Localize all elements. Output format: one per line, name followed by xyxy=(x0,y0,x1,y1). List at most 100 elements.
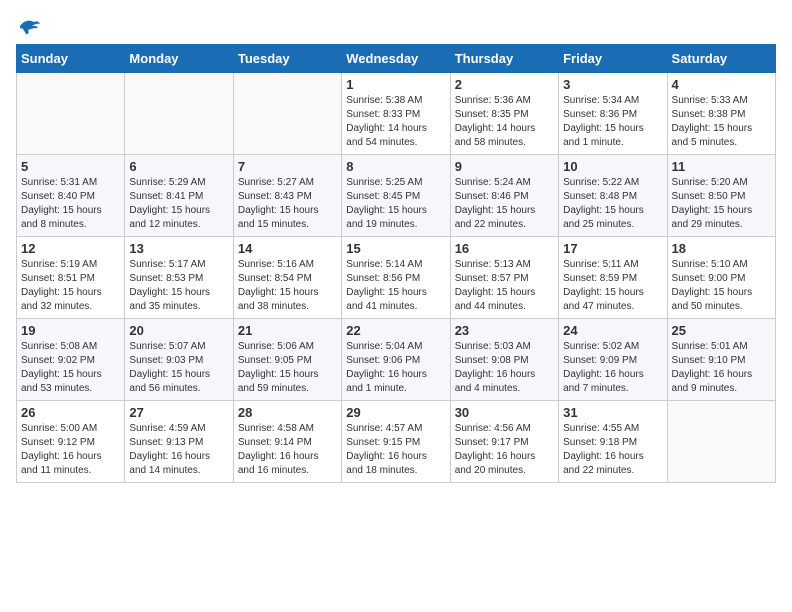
day-number: 9 xyxy=(455,159,554,174)
calendar-cell: 9 Sunrise: 5:24 AM Sunset: 8:46 PM Daylig… xyxy=(450,155,558,237)
calendar-cell: 29 Sunrise: 4:57 AM Sunset: 9:15 PM Dayli… xyxy=(342,401,450,483)
calendar-cell: 22 Sunrise: 5:04 AM Sunset: 9:06 PM Dayli… xyxy=(342,319,450,401)
day-number: 7 xyxy=(238,159,337,174)
day-number: 13 xyxy=(129,241,228,256)
day-number: 5 xyxy=(21,159,120,174)
day-info: Sunrise: 5:04 AM Sunset: 9:06 PM Dayligh… xyxy=(346,340,445,396)
calendar-cell: 2 Sunrise: 5:36 AM Sunset: 8:35 PM Daylig… xyxy=(450,73,558,155)
day-info: Sunrise: 5:16 AM Sunset: 8:54 PM Dayligh… xyxy=(238,258,337,314)
day-info: Sunrise: 5:00 AM Sunset: 9:12 PM Dayligh… xyxy=(21,422,120,478)
day-number: 24 xyxy=(563,323,662,338)
day-info: Sunrise: 5:24 AM Sunset: 8:46 PM Dayligh… xyxy=(455,176,554,232)
day-number: 20 xyxy=(129,323,228,338)
calendar-cell: 26 Sunrise: 5:00 AM Sunset: 9:12 PM Dayli… xyxy=(17,401,125,483)
calendar-table: SundayMondayTuesdayWednesdayThursdayFrid… xyxy=(16,44,776,483)
calendar-cell: 10 Sunrise: 5:22 AM Sunset: 8:48 PM Dayli… xyxy=(559,155,667,237)
calendar-week-row: 19 Sunrise: 5:08 AM Sunset: 9:02 PM Dayli… xyxy=(17,319,776,401)
day-info: Sunrise: 5:02 AM Sunset: 9:09 PM Dayligh… xyxy=(563,340,662,396)
calendar-cell: 7 Sunrise: 5:27 AM Sunset: 8:43 PM Daylig… xyxy=(233,155,341,237)
day-number: 22 xyxy=(346,323,445,338)
day-number: 2 xyxy=(455,77,554,92)
day-number: 12 xyxy=(21,241,120,256)
calendar-cell: 23Sunrise: 5:03 AM Sunset: 9:08 PM Dayli… xyxy=(450,319,558,401)
day-info: Sunrise: 5:19 AM Sunset: 8:51 PM Dayligh… xyxy=(21,258,120,314)
day-info: Sunrise: 5:22 AM Sunset: 8:48 PM Dayligh… xyxy=(563,176,662,232)
calendar-cell: 14 Sunrise: 5:16 AM Sunset: 8:54 PM Dayli… xyxy=(233,237,341,319)
day-header-saturday: Saturday xyxy=(667,45,775,73)
day-header-thursday: Thursday xyxy=(450,45,558,73)
calendar-cell: 24 Sunrise: 5:02 AM Sunset: 9:09 PM Dayli… xyxy=(559,319,667,401)
day-info: Sunrise: 5:36 AM Sunset: 8:35 PM Dayligh… xyxy=(455,94,554,150)
day-header-sunday: Sunday xyxy=(17,45,125,73)
day-info: Sunrise: 4:59 AM Sunset: 9:13 PM Dayligh… xyxy=(129,422,228,478)
day-number: 1 xyxy=(346,77,445,92)
day-header-friday: Friday xyxy=(559,45,667,73)
day-number: 11 xyxy=(672,159,771,174)
calendar-cell: 8Sunrise: 5:25 AM Sunset: 8:45 PM Daylig… xyxy=(342,155,450,237)
day-number: 8 xyxy=(346,159,445,174)
day-number: 14 xyxy=(238,241,337,256)
day-number: 21 xyxy=(238,323,337,338)
day-number: 28 xyxy=(238,405,337,420)
day-info: Sunrise: 4:57 AM Sunset: 9:15 PM Dayligh… xyxy=(346,422,445,478)
calendar-cell: 12 Sunrise: 5:19 AM Sunset: 8:51 PM Dayli… xyxy=(17,237,125,319)
day-header-wednesday: Wednesday xyxy=(342,45,450,73)
day-number: 15 xyxy=(346,241,445,256)
calendar-cell: 3 Sunrise: 5:34 AM Sunset: 8:36 PM Daylig… xyxy=(559,73,667,155)
day-info: Sunrise: 5:07 AM Sunset: 9:03 PM Dayligh… xyxy=(129,340,228,396)
day-number: 26 xyxy=(21,405,120,420)
day-info: Sunrise: 5:08 AM Sunset: 9:02 PM Dayligh… xyxy=(21,340,120,396)
page-header xyxy=(16,16,776,36)
day-number: 17 xyxy=(563,241,662,256)
calendar-cell: 28 Sunrise: 4:58 AM Sunset: 9:14 PM Dayli… xyxy=(233,401,341,483)
calendar-week-row: 12 Sunrise: 5:19 AM Sunset: 8:51 PM Dayli… xyxy=(17,237,776,319)
calendar-cell: 18Sunrise: 5:10 AM Sunset: 9:00 PM Dayli… xyxy=(667,237,775,319)
calendar-cell: 5 Sunrise: 5:31 AM Sunset: 8:40 PM Daylig… xyxy=(17,155,125,237)
calendar-cell: 20 Sunrise: 5:07 AM Sunset: 9:03 PM Dayli… xyxy=(125,319,233,401)
calendar-cell: 25 Sunrise: 5:01 AM Sunset: 9:10 PM Dayli… xyxy=(667,319,775,401)
day-info: Sunrise: 5:31 AM Sunset: 8:40 PM Dayligh… xyxy=(21,176,120,232)
day-info: Sunrise: 5:10 AM Sunset: 9:00 PM Dayligh… xyxy=(672,258,771,314)
calendar-cell: 6 Sunrise: 5:29 AM Sunset: 8:41 PM Daylig… xyxy=(125,155,233,237)
day-number: 16 xyxy=(455,241,554,256)
day-header-tuesday: Tuesday xyxy=(233,45,341,73)
day-number: 29 xyxy=(346,405,445,420)
day-info: Sunrise: 5:33 AM Sunset: 8:38 PM Dayligh… xyxy=(672,94,771,150)
logo xyxy=(16,16,42,36)
day-number: 19 xyxy=(21,323,120,338)
calendar-cell: 16Sunrise: 5:13 AM Sunset: 8:57 PM Dayli… xyxy=(450,237,558,319)
calendar-week-row: 5 Sunrise: 5:31 AM Sunset: 8:40 PM Daylig… xyxy=(17,155,776,237)
day-info: Sunrise: 5:27 AM Sunset: 8:43 PM Dayligh… xyxy=(238,176,337,232)
calendar-cell: 17 Sunrise: 5:11 AM Sunset: 8:59 PM Dayli… xyxy=(559,237,667,319)
day-number: 3 xyxy=(563,77,662,92)
calendar-cell: 13Sunrise: 5:17 AM Sunset: 8:53 PM Dayli… xyxy=(125,237,233,319)
day-info: Sunrise: 5:29 AM Sunset: 8:41 PM Dayligh… xyxy=(129,176,228,232)
day-info: Sunrise: 5:11 AM Sunset: 8:59 PM Dayligh… xyxy=(563,258,662,314)
day-number: 27 xyxy=(129,405,228,420)
day-header-monday: Monday xyxy=(125,45,233,73)
calendar-week-row: 26 Sunrise: 5:00 AM Sunset: 9:12 PM Dayli… xyxy=(17,401,776,483)
calendar-cell: 1 Sunrise: 5:38 AM Sunset: 8:33 PM Daylig… xyxy=(342,73,450,155)
calendar-cell: 15 Sunrise: 5:14 AM Sunset: 8:56 PM Dayli… xyxy=(342,237,450,319)
day-info: Sunrise: 5:01 AM Sunset: 9:10 PM Dayligh… xyxy=(672,340,771,396)
day-number: 10 xyxy=(563,159,662,174)
logo-bird-icon xyxy=(18,16,42,36)
day-info: Sunrise: 4:56 AM Sunset: 9:17 PM Dayligh… xyxy=(455,422,554,478)
calendar-cell xyxy=(17,73,125,155)
day-info: Sunrise: 5:38 AM Sunset: 8:33 PM Dayligh… xyxy=(346,94,445,150)
calendar-cell: 21Sunrise: 5:06 AM Sunset: 9:05 PM Dayli… xyxy=(233,319,341,401)
day-info: Sunrise: 5:03 AM Sunset: 9:08 PM Dayligh… xyxy=(455,340,554,396)
day-info: Sunrise: 4:58 AM Sunset: 9:14 PM Dayligh… xyxy=(238,422,337,478)
calendar-cell xyxy=(125,73,233,155)
day-number: 6 xyxy=(129,159,228,174)
day-info: Sunrise: 5:34 AM Sunset: 8:36 PM Dayligh… xyxy=(563,94,662,150)
day-number: 31 xyxy=(563,405,662,420)
day-info: Sunrise: 5:14 AM Sunset: 8:56 PM Dayligh… xyxy=(346,258,445,314)
day-number: 30 xyxy=(455,405,554,420)
day-number: 25 xyxy=(672,323,771,338)
calendar-cell: 27 Sunrise: 4:59 AM Sunset: 9:13 PM Dayli… xyxy=(125,401,233,483)
calendar-cell: 11Sunrise: 5:20 AM Sunset: 8:50 PM Dayli… xyxy=(667,155,775,237)
calendar-cell: 19 Sunrise: 5:08 AM Sunset: 9:02 PM Dayli… xyxy=(17,319,125,401)
calendar-cell: 30 Sunrise: 4:56 AM Sunset: 9:17 PM Dayli… xyxy=(450,401,558,483)
calendar-cell: 4Sunrise: 5:33 AM Sunset: 8:38 PM Daylig… xyxy=(667,73,775,155)
